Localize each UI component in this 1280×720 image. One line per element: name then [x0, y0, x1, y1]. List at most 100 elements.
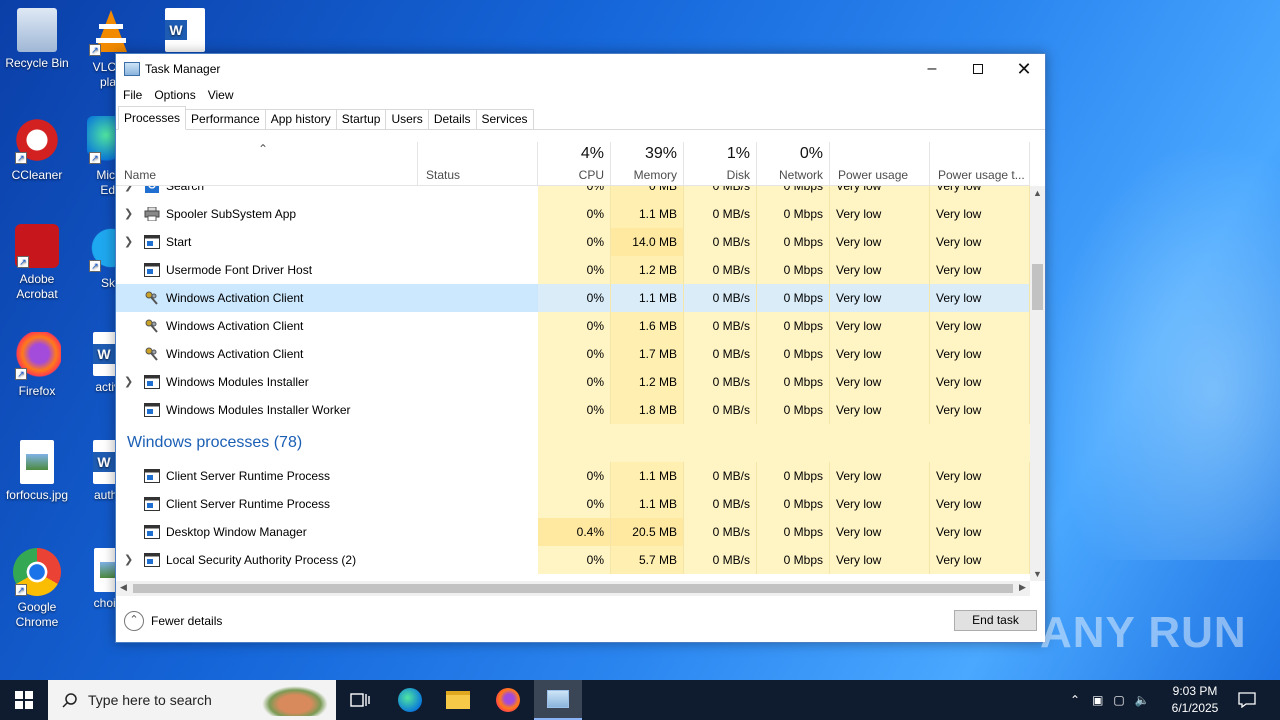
taskbar-search-box[interactable]: Type here to search: [48, 680, 336, 720]
show-hidden-icons-icon[interactable]: ⌃: [1070, 693, 1080, 707]
network-icon[interactable]: ▢: [1113, 693, 1124, 707]
device-icon[interactable]: ▣: [1092, 693, 1103, 707]
scroll-right-icon[interactable]: ▶: [1015, 582, 1030, 593]
column-header-network[interactable]: 0% Network: [757, 142, 830, 186]
maximize-button[interactable]: [955, 54, 1001, 84]
power-usage-cell: Very low: [830, 518, 930, 546]
tab-users[interactable]: Users: [385, 109, 429, 129]
process-row[interactable]: Windows Activation Client 0% 1.7 MB 0 MB/s 0…: [116, 340, 1030, 368]
process-row[interactable]: ❯ Windows Modules Installer 0% 1.2 MB 0 MB/s…: [116, 368, 1030, 396]
close-button[interactable]: ✕: [1001, 54, 1047, 84]
process-name-cell: ❯ Start: [116, 228, 538, 256]
desktop-icon-ccleaner[interactable]: ↗ CCleaner: [0, 116, 74, 183]
process-row[interactable]: ❯ Search 0% 0 MB 0 MB/s 0 Mbps Very low Very lo…: [116, 186, 1030, 200]
power-trend-cell: Very low: [930, 546, 1030, 574]
expand-chevron-icon[interactable]: ❯: [124, 200, 136, 228]
task-view-button[interactable]: [336, 680, 384, 720]
notifications-button[interactable]: [1224, 680, 1270, 720]
power-usage-cell: Very low: [830, 368, 930, 396]
window-icon: [144, 525, 160, 539]
tab-performance[interactable]: Performance: [185, 109, 266, 129]
column-header-memory[interactable]: 39% Memory: [611, 142, 684, 186]
start-button[interactable]: [0, 680, 48, 720]
desktop-icon-acrobat[interactable]: ↗ Adobe Acrobat: [0, 224, 74, 302]
power-usage-cell: Very low: [830, 228, 930, 256]
desktop-icon-word-doc[interactable]: W: [148, 8, 222, 56]
menu-view[interactable]: View: [208, 88, 234, 102]
footer: ⌃ Fewer details End task: [116, 602, 1045, 642]
taskbar-task-manager[interactable]: [534, 680, 582, 720]
network-cell: 0 Mbps: [757, 546, 830, 574]
process-row[interactable]: Client Server Runtime Process 0% 1.1 MB 0 M…: [116, 490, 1030, 518]
power-trend-cell: Very low: [930, 340, 1030, 368]
minimize-button[interactable]: –: [909, 54, 955, 84]
memory-cell: 1.7 MB: [611, 340, 684, 368]
taskbar-edge[interactable]: [386, 680, 434, 720]
tab-startup[interactable]: Startup: [335, 109, 387, 129]
menu-options[interactable]: Options: [154, 88, 195, 102]
window-icon: [144, 375, 160, 389]
process-name-cell: Windows Activation Client: [116, 284, 538, 312]
scroll-thumb-horizontal[interactable]: [133, 584, 1013, 593]
fewer-details-button[interactable]: ⌃ Fewer details: [124, 611, 222, 631]
memory-cell: 1.1 MB: [611, 462, 684, 490]
end-task-button[interactable]: End task: [954, 610, 1037, 631]
process-row[interactable]: Desktop Window Manager 0.4% 20.5 MB 0 MB/s 0…: [116, 518, 1030, 546]
expand-chevron-icon[interactable]: ❯: [124, 546, 136, 574]
memory-cell: 1.6 MB: [611, 312, 684, 340]
process-row[interactable]: Client Server Runtime Process 0% 1.1 MB 0 M…: [116, 462, 1030, 490]
desktop-icon-label: forfocus.jpg: [5, 488, 69, 502]
tab-services[interactable]: Services: [475, 109, 534, 129]
process-row[interactable]: Usermode Font Driver Host 0% 1.2 MB 0 MB/s 0…: [116, 256, 1030, 284]
clock[interactable]: 9:03 PM 6/1/2025: [1160, 683, 1230, 717]
tab-details[interactable]: Details: [427, 109, 477, 129]
process-row[interactable]: ❯ Spooler SubSystem App 0% 1.1 MB 0 MB/s 0 Mb…: [116, 200, 1030, 228]
desktop-icon-chrome[interactable]: ↗ Google Chrome: [0, 548, 74, 630]
scroll-thumb[interactable]: [1032, 264, 1043, 310]
column-header-power-trend[interactable]: Power usage t...: [930, 142, 1030, 186]
desktop-icon-forfocus[interactable]: forfocus.jpg: [0, 440, 74, 503]
title-bar[interactable]: Task Manager – ✕: [116, 54, 1045, 84]
column-header-power[interactable]: Power usage: [830, 142, 930, 186]
network-cell: 0 Mbps: [757, 368, 830, 396]
image-file-icon: [20, 440, 54, 484]
scroll-left-icon[interactable]: ◀: [116, 582, 131, 593]
expand-chevron-icon[interactable]: ❯: [124, 228, 136, 256]
column-header-status[interactable]: Status: [418, 142, 538, 186]
cpu-cell: 0.4%: [538, 518, 611, 546]
horizontal-scrollbar[interactable]: ◀ ▶: [116, 581, 1030, 596]
tab-app-history[interactable]: App history: [264, 109, 337, 129]
column-header-name[interactable]: ⌃ Name: [116, 142, 418, 186]
power-usage-cell: Very low: [830, 462, 930, 490]
power-usage-cell: Very low: [830, 396, 930, 424]
scroll-down-icon[interactable]: ▼: [1030, 569, 1045, 579]
process-row[interactable]: Windows Activation Client 0% 1.1 MB 0 MB/s 0…: [116, 284, 1030, 312]
process-name: Client Server Runtime Process: [166, 469, 331, 483]
column-header-cpu[interactable]: 4% CPU: [538, 142, 611, 186]
volume-icon[interactable]: 🔈: [1135, 693, 1150, 707]
taskbar-file-explorer[interactable]: [434, 680, 482, 720]
taskbar-firefox[interactable]: [484, 680, 532, 720]
network-cell: 0 Mbps: [757, 462, 830, 490]
menu-file[interactable]: File: [123, 88, 142, 102]
process-row[interactable]: Windows Activation Client 0% 1.6 MB 0 MB/s 0…: [116, 312, 1030, 340]
process-row[interactable]: ❯ Local Security Authority Process (2) 0% 5…: [116, 546, 1030, 574]
desktop-icon-label: Recycle Bin: [5, 56, 69, 70]
process-row[interactable]: ❯ Start 0% 14.0 MB 0 MB/s 0 Mbps Very low Very …: [116, 228, 1030, 256]
disk-cell: 0 MB/s: [684, 546, 757, 574]
tab-processes[interactable]: Processes: [118, 106, 187, 130]
network-cell: 0 Mbps: [757, 186, 830, 200]
column-header-disk[interactable]: 1% Disk: [684, 142, 757, 186]
disk-cell: 0 MB/s: [684, 228, 757, 256]
word-doc-icon: W: [165, 8, 205, 52]
system-tray: ⌃ ▣ ▢ 🔈: [1070, 680, 1150, 720]
scroll-up-icon[interactable]: ▲: [1030, 188, 1045, 198]
expand-chevron-icon[interactable]: ❯: [124, 186, 136, 200]
vertical-scrollbar[interactable]: ▲ ▼: [1030, 186, 1045, 581]
desktop-icon-recycle-bin[interactable]: Recycle Bin: [0, 8, 74, 71]
desktop-icon-firefox[interactable]: ↗ Firefox: [0, 332, 74, 399]
task-view-icon: [350, 693, 370, 707]
process-row[interactable]: Windows Modules Installer Worker 0% 1.8 MB…: [116, 396, 1030, 424]
group-header[interactable]: Windows processes (78): [116, 424, 1030, 462]
expand-chevron-icon[interactable]: ❯: [124, 368, 136, 396]
